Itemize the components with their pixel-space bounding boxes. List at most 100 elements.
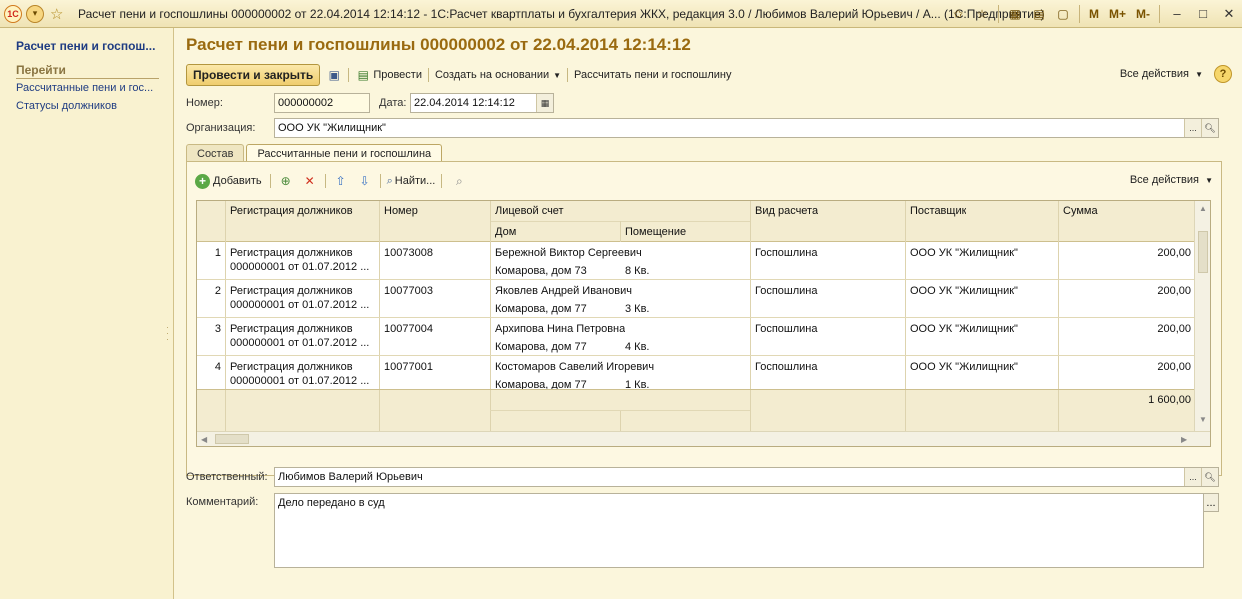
- cell-supplier: ООО УК "Жилищник": [910, 247, 1018, 259]
- cell-account: Яковлев Андрей Иванович: [495, 285, 632, 297]
- table-toolbar: + Добавить ⊕ ✕ ⇧ ⇩ ⌕ Найти... ⌕ Все дейс…: [195, 171, 1213, 191]
- find-button[interactable]: ⌕ Найти...: [387, 175, 436, 188]
- row-number: 3: [214, 323, 221, 335]
- panel-resize-grip-icon[interactable]: · · ·: [166, 323, 170, 344]
- tab-bar: Состав Рассчитанные пени и госпошлина: [186, 144, 444, 163]
- favorites-list-icon[interactable]: ☆: [973, 5, 991, 23]
- vertical-scrollbar[interactable]: ▲ ▼: [1194, 201, 1210, 431]
- cell-account: Архипова Нина Петровна: [495, 323, 626, 335]
- post-icon: ▤: [357, 68, 369, 82]
- minimize-icon[interactable]: –: [1164, 5, 1190, 23]
- find-icon: ⌕: [386, 174, 393, 187]
- col-registration[interactable]: Регистрация должников: [230, 205, 353, 217]
- favorites-star-icon[interactable]: ☆: [50, 5, 66, 23]
- calculator-icon[interactable]: ▦: [1006, 5, 1024, 23]
- create-based-on-button[interactable]: Создать на основании ▼: [435, 69, 561, 81]
- cell-premises: 1 Кв.: [625, 379, 650, 389]
- cell-premises: 3 Кв.: [625, 303, 650, 315]
- nav-section-goto: Перейти: [16, 63, 159, 79]
- memory-mplus-button[interactable]: M+: [1109, 7, 1126, 21]
- move-down-icon[interactable]: ⇩: [356, 173, 374, 189]
- table-row[interactable]: 1 Регистрация должников 000000001 от 01.…: [197, 242, 1194, 280]
- cancel-search-icon[interactable]: ⌕: [450, 173, 468, 189]
- date-field[interactable]: 22.04.2014 12:14:12 ▦: [410, 93, 554, 113]
- table-row[interactable]: 3 Регистрация должников 000000001 от 01.…: [197, 318, 1194, 356]
- cell-account: Костомаров Савелий Игоревич: [495, 361, 655, 373]
- cell-calc-type: Госпошлина: [755, 323, 818, 335]
- tab-panel: + Добавить ⊕ ✕ ⇧ ⇩ ⌕ Найти... ⌕ Все дейс…: [186, 161, 1222, 476]
- table-row[interactable]: 4 Регистрация должников 000000001 от 01.…: [197, 356, 1194, 389]
- copy-row-icon[interactable]: ⊕: [277, 173, 295, 189]
- cell-number: 10077001: [384, 361, 433, 373]
- cell-registration-doc: 000000001 от 01.07.2012 ...: [230, 299, 370, 311]
- col-calc-type[interactable]: Вид расчета: [755, 205, 818, 217]
- col-sum[interactable]: Сумма: [1063, 205, 1098, 217]
- penalties-table[interactable]: Регистрация должников Номер Лицевой счет…: [196, 200, 1211, 447]
- all-actions-button[interactable]: Все действия ▼: [1120, 68, 1203, 80]
- move-up-icon[interactable]: ⇧: [332, 173, 350, 189]
- post-and-close-button[interactable]: Провести и закрыть: [186, 64, 321, 86]
- cell-calc-type: Госпошлина: [755, 361, 818, 373]
- horizontal-scrollbar[interactable]: ◀ ▶: [197, 431, 1210, 446]
- number-field[interactable]: 000000002: [274, 93, 370, 113]
- comment-edit-button[interactable]: ...: [1203, 493, 1219, 512]
- cell-registration: Регистрация должников: [230, 323, 353, 335]
- tab-composition[interactable]: Состав: [186, 144, 245, 162]
- cell-registration-doc: 000000001 от 01.07.2012 ...: [230, 261, 370, 273]
- cell-number: 10077004: [384, 323, 433, 335]
- vertical-scroll-thumb[interactable]: [1198, 231, 1208, 273]
- table-row[interactable]: 2 Регистрация должников 000000001 от 01.…: [197, 280, 1194, 318]
- save-icon[interactable]: ▣: [326, 67, 342, 83]
- scroll-right-icon[interactable]: ▶: [1181, 435, 1187, 444]
- sum-total: 1 600,00: [1148, 394, 1191, 406]
- table-header: Регистрация должников Номер Лицевой счет…: [197, 201, 1194, 242]
- calculate-penalties-button[interactable]: Рассчитать пени и госпошлину: [574, 69, 731, 81]
- cell-supplier: ООО УК "Жилищник": [910, 323, 1018, 335]
- col-account[interactable]: Лицевой счет: [495, 205, 564, 217]
- organization-select-button[interactable]: ...: [1184, 119, 1201, 137]
- delete-row-icon[interactable]: ✕: [301, 173, 319, 189]
- cell-supplier: ООО УК "Жилищник": [910, 285, 1018, 297]
- responsible-select-button[interactable]: ...: [1184, 468, 1201, 486]
- col-supplier[interactable]: Поставщик: [910, 205, 966, 217]
- row-number: 1: [214, 247, 221, 259]
- help-icon[interactable]: ?: [1214, 65, 1232, 83]
- row-number: 4: [214, 361, 221, 373]
- organization-field[interactable]: ООО УК "Жилищник" ... 🔍︎: [274, 118, 1219, 138]
- scroll-down-icon[interactable]: ▼: [1199, 415, 1207, 424]
- nav-link-debtor-statuses[interactable]: Статусы должников: [16, 100, 117, 112]
- table-all-actions-button[interactable]: Все действия ▼: [1130, 174, 1213, 186]
- add-favorite-icon[interactable]: ✩: [949, 5, 967, 23]
- chevron-down-icon: ▼: [553, 70, 562, 80]
- page-title: Расчет пени и госпошлины 000000002 от 22…: [186, 35, 691, 54]
- cell-premises: 8 Кв.: [625, 265, 650, 277]
- organization-search-icon[interactable]: 🔍︎: [1201, 119, 1218, 137]
- scroll-up-icon[interactable]: ▲: [1199, 204, 1207, 213]
- post-button[interactable]: ▤ Провести: [355, 67, 422, 83]
- app-logo-icon[interactable]: 1С: [4, 4, 22, 23]
- add-row-button[interactable]: + Добавить: [195, 173, 262, 189]
- row-number: 2: [214, 285, 221, 297]
- memory-mminus-button[interactable]: M-: [1136, 7, 1150, 21]
- nav-link-calculated-penalties[interactable]: Рассчитанные пени и гос...: [16, 82, 153, 94]
- scroll-left-icon[interactable]: ◀: [201, 435, 207, 444]
- cell-registration-doc: 000000001 от 01.07.2012 ...: [230, 337, 370, 349]
- responsible-search-icon[interactable]: 🔍︎: [1201, 468, 1218, 486]
- comment-textarea[interactable]: Дело передано в суд: [274, 493, 1204, 568]
- main-menu-icon[interactable]: ▾: [26, 4, 44, 23]
- col-house[interactable]: Дом: [495, 226, 516, 238]
- responsible-field[interactable]: Любимов Валерий Юрьевич ... 🔍︎: [274, 467, 1219, 487]
- cell-calc-type: Госпошлина: [755, 247, 818, 259]
- col-number[interactable]: Номер: [384, 205, 418, 217]
- close-icon[interactable]: ✕: [1216, 5, 1242, 23]
- copy-icon[interactable]: ▢: [1054, 5, 1072, 23]
- date-picker-calendar-icon[interactable]: ▦: [536, 94, 553, 112]
- nav-title[interactable]: Расчет пени и госпош...: [16, 39, 155, 53]
- document-form: Расчет пени и госпошлины 000000002 от 22…: [175, 28, 1242, 599]
- horizontal-scroll-thumb[interactable]: [215, 434, 249, 444]
- memory-m-button[interactable]: M: [1089, 7, 1099, 21]
- col-premises[interactable]: Помещение: [625, 226, 686, 238]
- maximize-icon[interactable]: □: [1190, 5, 1216, 23]
- cell-sum: 200,00: [1157, 323, 1191, 335]
- calendar-icon[interactable]: ▤: [1030, 5, 1048, 23]
